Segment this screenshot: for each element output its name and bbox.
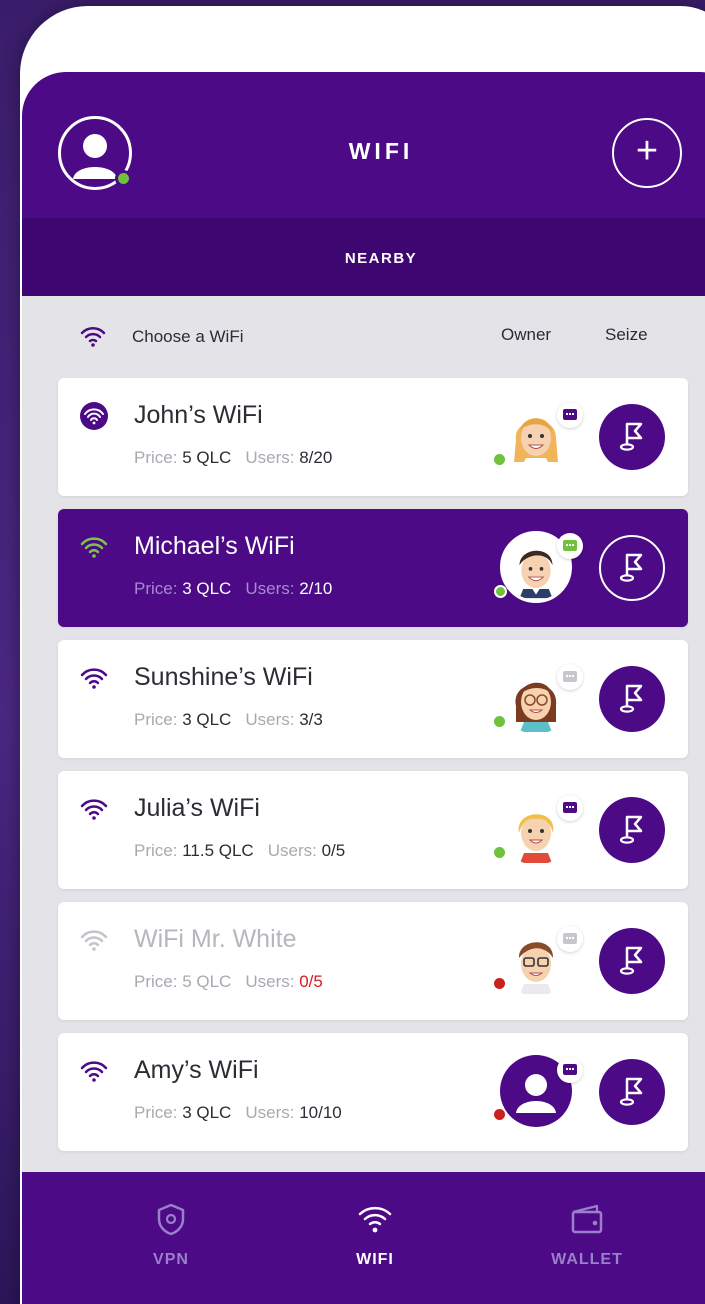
seize-button[interactable] xyxy=(599,535,665,601)
chat-badge[interactable] xyxy=(557,402,583,428)
chat-badge[interactable] xyxy=(557,795,583,821)
nav-vpn[interactable]: VPN xyxy=(116,1202,226,1269)
seize-button[interactable] xyxy=(599,797,665,863)
nav-wallet-label: WALLET xyxy=(551,1251,623,1268)
owner-column-label: Owner xyxy=(501,325,552,344)
wifi-meta: Price: 5 QLC Users: 0/5 xyxy=(134,972,323,991)
tab-nearby[interactable]: NEARBY xyxy=(345,248,417,267)
nav-wifi[interactable]: WIFI xyxy=(320,1202,430,1269)
wifi-meta: Price: 3 QLC Users: 3/3 xyxy=(134,710,323,729)
chat-badge[interactable] xyxy=(557,926,583,952)
wifi-name: Michael’s WiFi xyxy=(134,532,295,560)
owner-status-online xyxy=(494,585,507,598)
wifi-icon xyxy=(80,668,108,689)
chat-badge[interactable] xyxy=(557,533,583,559)
chat-icon xyxy=(563,802,577,813)
wifi-card-john[interactable]: John’s WiFi Price: 5 QLC Users: 8/20 xyxy=(58,378,688,496)
online-status-dot xyxy=(115,170,132,187)
flag-icon xyxy=(619,553,643,582)
seize-button[interactable] xyxy=(599,928,665,994)
wifi-card-sunshine[interactable]: Sunshine’s WiFi Price: 3 QLC Users: 3/3 xyxy=(58,640,688,758)
subtab-bar: NEARBY xyxy=(22,218,705,296)
seize-column-label: Seize xyxy=(605,325,648,344)
wallet-icon xyxy=(571,1204,603,1234)
chat-icon xyxy=(563,409,577,420)
wifi-icon xyxy=(80,930,108,951)
phone-frame: WIFI + NEARBY Choose a WiFi Owner Seize … xyxy=(20,6,705,1304)
seize-button[interactable] xyxy=(599,1059,665,1125)
wifi-icon xyxy=(80,402,108,430)
flag-icon xyxy=(619,1077,643,1106)
wifi-icon xyxy=(80,1061,108,1082)
app-screen: WIFI + NEARBY Choose a WiFi Owner Seize … xyxy=(22,72,705,1304)
flag-icon xyxy=(619,422,643,451)
app-header: WIFI + xyxy=(22,72,705,218)
wifi-name: Amy’s WiFi xyxy=(134,1056,259,1084)
list-header: Choose a WiFi Owner Seize xyxy=(22,296,705,376)
wifi-meta: Price: 5 QLC Users: 8/20 xyxy=(134,448,333,467)
chat-badge[interactable] xyxy=(557,664,583,690)
owner-status-offline xyxy=(494,978,505,989)
chat-icon xyxy=(563,1064,577,1075)
flag-icon xyxy=(619,815,643,844)
seize-button[interactable] xyxy=(599,666,665,732)
page-title: WIFI xyxy=(348,138,414,164)
seize-button[interactable] xyxy=(599,404,665,470)
wifi-name: WiFi Mr. White xyxy=(134,925,297,953)
wifi-card-julia[interactable]: Julia’s WiFi Price: 11.5 QLC Users: 0/5 xyxy=(58,771,688,889)
wifi-meta: Price: 3 QLC Users: 2/10 xyxy=(134,579,333,598)
owner-status-online xyxy=(494,847,505,858)
wifi-name: John’s WiFi xyxy=(134,401,263,429)
wifi-meta: Price: 11.5 QLC Users: 0/5 xyxy=(134,841,346,860)
wifi-icon xyxy=(80,537,108,558)
chat-icon xyxy=(563,540,577,551)
wifi-card-amy[interactable]: Amy’s WiFi Price: 3 QLC Users: 10/10 xyxy=(58,1033,688,1151)
shield-icon xyxy=(157,1203,185,1236)
wifi-icon xyxy=(358,1206,392,1233)
chat-icon xyxy=(563,671,577,682)
wifi-icon xyxy=(80,799,108,820)
flag-icon xyxy=(619,684,643,713)
wifi-meta: Price: 3 QLC Users: 10/10 xyxy=(134,1103,342,1122)
bottom-navigation: VPN WIFI WALLET xyxy=(22,1172,705,1304)
owner-status-online xyxy=(494,716,505,727)
wifi-name: Julia’s WiFi xyxy=(134,794,260,822)
choose-wifi-label: Choose a WiFi xyxy=(132,327,244,346)
owner-status-offline xyxy=(494,1109,505,1120)
chat-badge[interactable] xyxy=(557,1057,583,1083)
wifi-card-michael[interactable]: Michael’s WiFi Price: 3 QLC Users: 2/10 xyxy=(58,509,688,627)
owner-status-online xyxy=(494,454,505,465)
nav-vpn-label: VPN xyxy=(153,1251,189,1268)
wifi-name: Sunshine’s WiFi xyxy=(134,663,313,691)
flag-icon xyxy=(619,946,643,975)
add-button[interactable]: + xyxy=(612,118,682,188)
wifi-icon xyxy=(80,326,106,347)
nav-wallet[interactable]: WALLET xyxy=(532,1202,642,1269)
wifi-card-mr-white[interactable]: WiFi Mr. White Price: 5 QLC Users: 0/5 xyxy=(58,902,688,1020)
chat-icon xyxy=(563,933,577,944)
nav-wifi-label: WIFI xyxy=(356,1251,394,1268)
